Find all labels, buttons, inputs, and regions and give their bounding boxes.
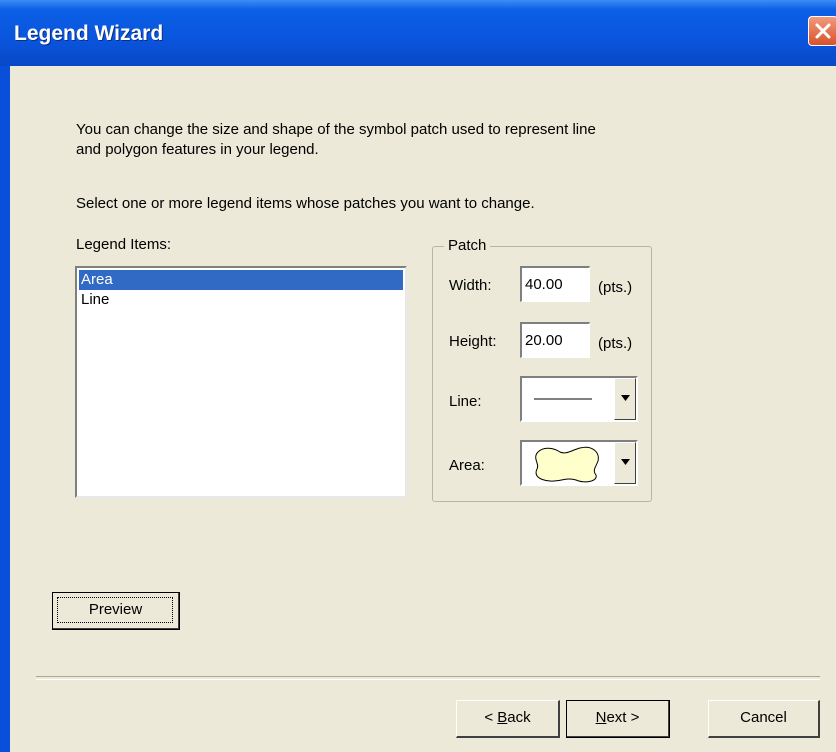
height-unit: (pts.) — [598, 335, 633, 352]
area-dropdown-button[interactable] — [614, 442, 636, 484]
intro-line-1: You can change the size and shape of the… — [76, 121, 596, 138]
window-title: Legend Wizard — [14, 22, 164, 45]
back-label: < Back — [484, 709, 531, 726]
legend-items-label: Legend Items: — [76, 236, 172, 253]
line-label: Line: — [449, 393, 482, 410]
legend-items-list[interactable]: Area Line — [75, 266, 407, 498]
close-button[interactable] — [808, 16, 836, 46]
back-button[interactable]: < Back — [456, 700, 560, 738]
intro-line-2: and polygon features in your legend. — [76, 141, 319, 158]
patch-group-title: Patch — [444, 236, 491, 256]
window-left-frame — [0, 0, 10, 752]
list-item-area[interactable]: Area — [79, 270, 403, 290]
focus-rectangle — [57, 597, 173, 623]
instruction-text: Select one or more legend items whose pa… — [76, 195, 535, 212]
chevron-down-icon — [621, 459, 630, 465]
line-symbol-dropdown[interactable] — [520, 376, 638, 422]
line-symbol-icon — [534, 398, 592, 400]
chevron-down-icon — [621, 395, 630, 401]
height-label: Height: — [449, 333, 497, 350]
next-label: Next > — [595, 709, 640, 726]
width-label: Width: — [449, 277, 492, 294]
cancel-button[interactable]: Cancel — [708, 700, 820, 738]
legend-wizard-dialog: Legend Wizard You can change the size an… — [0, 0, 836, 752]
intro-text: You can change the size and shape of the… — [76, 120, 736, 160]
width-unit: (pts.) — [598, 279, 633, 296]
area-patch-icon — [535, 446, 599, 483]
footer-separator — [36, 676, 820, 680]
height-field[interactable] — [520, 322, 590, 358]
width-field[interactable] — [520, 266, 590, 302]
area-patch-dropdown[interactable] — [520, 440, 638, 486]
close-icon — [815, 23, 831, 39]
next-button[interactable]: Next > — [566, 700, 670, 738]
title-bar[interactable]: Legend Wizard — [0, 0, 836, 66]
list-item-line[interactable]: Line — [79, 290, 403, 310]
preview-button[interactable]: Preview — [52, 592, 180, 630]
area-label: Area: — [449, 457, 485, 474]
line-dropdown-button[interactable] — [614, 378, 636, 420]
